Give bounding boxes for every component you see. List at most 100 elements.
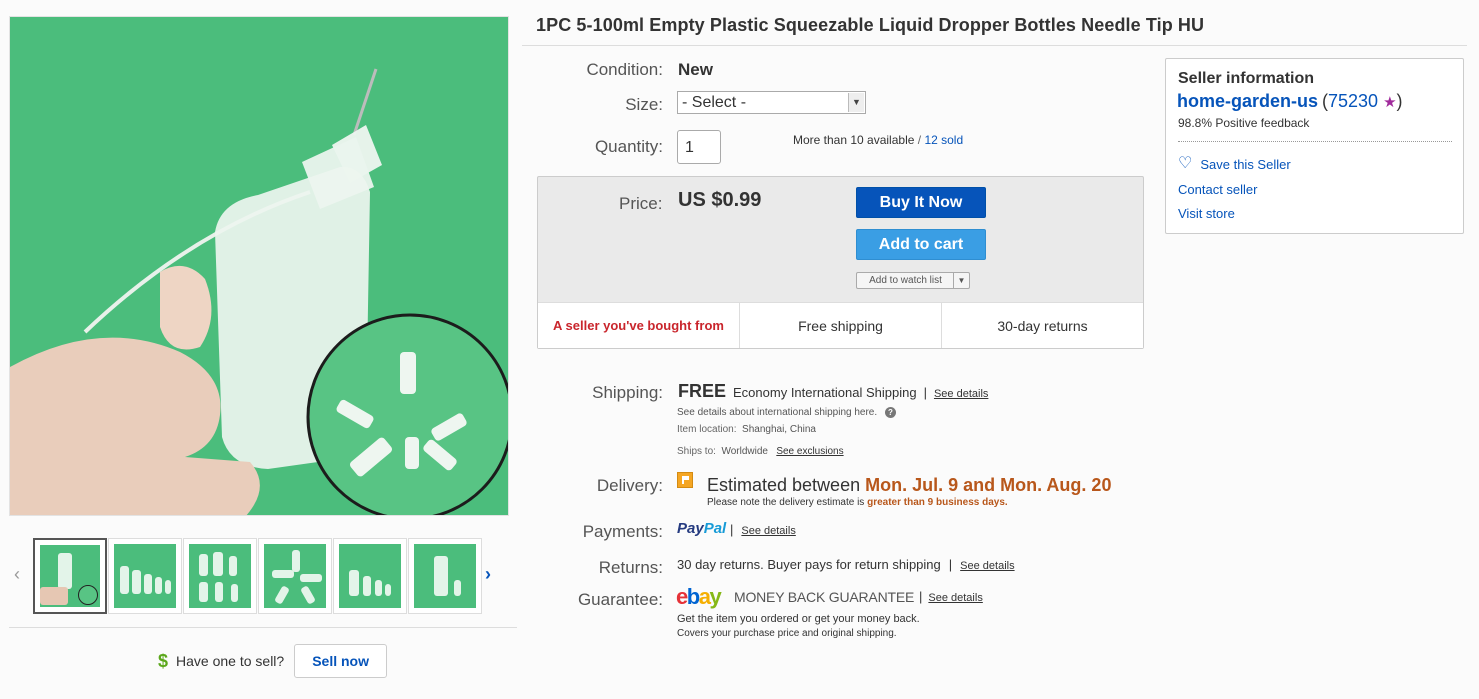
help-icon[interactable]: ? <box>884 407 896 418</box>
ships-to-key: Ships to: <box>677 446 716 457</box>
thumbnail-2[interactable] <box>108 538 182 614</box>
have-one-text: Have one to sell? <box>176 653 285 669</box>
price-label: Price: <box>619 194 663 213</box>
thumbnail-3[interactable] <box>183 538 257 614</box>
delivery-range: Mon. Jul. 9 and Mon. Aug. 20 <box>865 475 1112 495</box>
shipping-method: Economy International Shipping <box>733 385 917 400</box>
seller-score: (75230 ★) <box>1322 91 1403 112</box>
item-location: Item location: Shanghai, China <box>677 424 816 435</box>
star-icon: ★ <box>1383 94 1397 111</box>
see-exclusions-link[interactable]: See exclusions <box>776 446 843 457</box>
add-to-cart-button[interactable]: Add to cart <box>856 229 986 260</box>
guarantee-line-2: Covers your purchase price and original … <box>677 628 897 639</box>
watch-list-label: Add to watch list <box>869 275 942 286</box>
chevron-down-icon: ▼ <box>848 93 864 112</box>
size-select[interactable]: - Select - ▼ <box>677 91 866 114</box>
money-back-guarantee: MONEY BACK GUARANTEE <box>734 589 915 605</box>
paypal-logo-part1: Pay <box>677 520 704 537</box>
condition-label: Condition: <box>586 60 663 79</box>
available-text: More than 10 available <box>793 133 915 147</box>
trust-badges: A seller you've bought from Free shippin… <box>538 302 1143 348</box>
shipping-free: FREE <box>678 381 727 401</box>
contact-seller-link[interactable]: Contact seller <box>1178 182 1257 197</box>
sold-count-link[interactable]: 12 sold <box>924 133 963 147</box>
thumbnail-strip: ‹ › <box>9 536 509 616</box>
delivery-estimate: Estimated between Mon. Jul. 9 and Mon. A… <box>707 475 1111 496</box>
ebay-logo-e: e <box>676 584 688 609</box>
returns-pipe: | <box>948 557 953 572</box>
seller-score-close-paren: ) <box>1396 91 1403 111</box>
save-seller-label: Save this Seller <box>1200 156 1291 172</box>
ebay-logo-icon: ebay <box>676 584 722 610</box>
title-divider <box>522 45 1467 46</box>
shipping-see-details-link[interactable]: See details <box>934 388 988 400</box>
payments-see-details-link[interactable]: See details <box>741 525 795 537</box>
item-title: 1PC 5-100ml Empty Plastic Squeezable Liq… <box>536 15 1205 35</box>
next-thumb-arrow-icon[interactable]: › <box>485 564 491 585</box>
size-selected-value: - Select - <box>682 94 747 111</box>
delivery-label: Delivery: <box>596 476 663 495</box>
paypal-logo-part2: Pal <box>703 520 727 537</box>
size-label: Size: <box>625 95 663 114</box>
dollar-icon: $ <box>158 650 169 671</box>
add-to-watch-list-button[interactable]: Add to watch list ▼ <box>856 272 970 289</box>
thumbnail-1[interactable] <box>33 538 107 614</box>
badge-free-shipping: Free shipping <box>740 303 942 348</box>
save-seller-button[interactable]: ♡ Save this Seller <box>1178 156 1291 172</box>
ebay-logo-a: a <box>698 584 711 609</box>
seller-divider <box>1178 141 1452 142</box>
returns-text: 30 day returns. Buyer pays for return sh… <box>677 557 941 572</box>
item-location-value: Shanghai, China <box>742 424 816 435</box>
badge-returns: 30-day returns <box>997 317 1088 334</box>
price-value: US $0.99 <box>678 189 762 211</box>
heart-icon: ♡ <box>1178 155 1193 172</box>
shipping-label: Shipping: <box>592 383 663 402</box>
have-one-to-sell: $ Have one to sell? Sell now <box>158 644 387 678</box>
gallery-divider <box>9 627 517 628</box>
ships-to: Ships to: Worldwide See exclusions <box>677 446 844 457</box>
sell-now-button[interactable]: Sell now <box>294 644 387 678</box>
seller-heading: Seller information <box>1178 70 1315 87</box>
delivery-prefix: Estimated between <box>707 475 861 495</box>
quantity-input[interactable]: 1 <box>677 130 721 164</box>
guarantee-line-1: Get the item you ordered or get your mon… <box>677 613 920 625</box>
guarantee-pipe: | <box>919 589 923 604</box>
guarantee-see-details: | See details <box>919 589 983 604</box>
seller-feedback-score-link[interactable]: 75230 <box>1328 91 1378 111</box>
returns-line: 30 day returns. Buyer pays for return sh… <box>677 557 1015 572</box>
intl-shipping-note-text: See details about international shipping… <box>677 407 878 419</box>
returns-see-details-link[interactable]: See details <box>960 560 1014 572</box>
paypal-logo-icon: PayPal <box>677 520 726 537</box>
guarantee-label: Guarantee: <box>577 590 663 609</box>
thumbnail-6[interactable] <box>408 538 482 614</box>
thumbnail-5[interactable] <box>333 538 407 614</box>
watch-dropdown-caret-icon[interactable]: ▼ <box>953 273 969 288</box>
main-product-image[interactable] <box>9 16 509 516</box>
ebay-logo-y: y <box>709 584 721 609</box>
item-location-key: Item location: <box>677 424 737 435</box>
flag-icon <box>677 472 693 488</box>
prev-thumb-arrow-icon[interactable]: ‹ <box>14 564 20 585</box>
intl-shipping-note: See details about international shipping… <box>677 407 896 418</box>
condition-value: New <box>678 60 713 79</box>
seller-name-link[interactable]: home-garden-us <box>1177 91 1318 112</box>
availability: More than 10 available / 12 sold <box>793 133 963 147</box>
delivery-note-highlight: greater than 9 business days. <box>867 497 1008 508</box>
guarantee-see-details-link[interactable]: See details <box>928 592 982 604</box>
shipping-pipe: | <box>923 385 927 400</box>
payments-label: Payments: <box>582 522 663 541</box>
quantity-label: Quantity: <box>594 137 663 156</box>
visit-store-link[interactable]: Visit store <box>1178 206 1235 221</box>
positive-feedback: 98.8% Positive feedback <box>1178 116 1310 130</box>
price-box: Price: US $0.99 Buy It Now Add to cart A… <box>537 176 1144 349</box>
delivery-note: Please note the delivery estimate is gre… <box>707 497 1008 508</box>
buy-it-now-button[interactable]: Buy It Now <box>856 187 986 218</box>
ebay-logo-b: b <box>686 584 700 609</box>
seller-info-box: Seller information home-garden-us (75230… <box>1165 58 1464 234</box>
delivery-note-text: Please note the delivery estimate is <box>707 497 865 508</box>
payments-pipe: | <box>730 522 734 537</box>
thumbnail-4[interactable] <box>258 538 332 614</box>
returns-label: Returns: <box>598 558 663 577</box>
payments-see-details: | See details <box>730 522 796 537</box>
availability-separator: / <box>917 133 922 147</box>
